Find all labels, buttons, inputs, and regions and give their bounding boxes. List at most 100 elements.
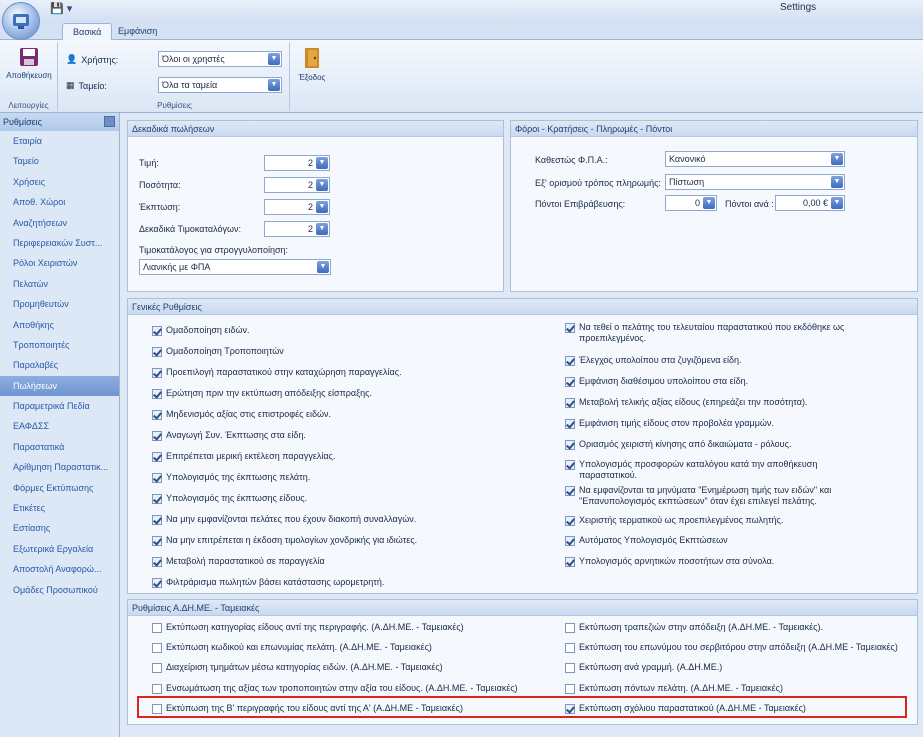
price-decimals-spinner[interactable]: 2 ▼ — [264, 155, 330, 171]
terminal-operator-seller-checkbox[interactable]: Χειριστής τερματικού ως προεπιλεγμένος π… — [565, 515, 845, 526]
register-icon: ▦ — [66, 80, 75, 90]
save-label: Αποθήκευση — [6, 71, 52, 80]
quick-save-icon[interactable]: 💾 ▾ — [50, 2, 72, 15]
nav-item-company[interactable]: Εταιρία — [0, 131, 119, 151]
change-final-value-checkbox[interactable]: Μεταβολή τελικής αξίας είδους (επηρεάζει… — [565, 397, 845, 408]
nav-item-register[interactable]: Ταμείο — [0, 151, 119, 171]
functions-group-label: Λειτουργίες — [8, 101, 49, 110]
nav-item-searches[interactable]: Αναζητήσεων — [0, 213, 119, 233]
last-customer-default-checkbox[interactable]: Να τεθεί ο πελάτης του τελευταίου παραστ… — [565, 322, 845, 344]
partial-order-checkbox[interactable]: Επιτρέπεται μερική εκτέλεση παραγγελίας. — [152, 451, 552, 462]
include-modifiers-value-checkbox[interactable]: Ενσωμάτωση της αξίας των τροποποιητών στ… — [152, 683, 562, 694]
nav-item-receipts[interactable]: Παραλαβές — [0, 355, 119, 375]
nav-item-numbering[interactable]: Αρίθμηση Παραστατικ... — [0, 457, 119, 477]
catalog-offers-checkbox[interactable]: Υπολογισμός προσφορών καταλόγου κατά την… — [565, 459, 845, 481]
nav-item-documents[interactable]: Παραστατικά — [0, 437, 119, 457]
print-waiter-name-checkbox[interactable]: Εκτύπωση του επωνύμου του σερβιτόρου στη… — [565, 642, 910, 653]
group-modifiers-checkbox[interactable]: Ομαδοποίηση Τροποποιητών — [152, 346, 552, 357]
decimals-panel: Δεκαδικά πωλήσεων Τιμή: 2 ▼ Ποσότητα: 2 ▼ … — [127, 120, 504, 292]
print-per-line-checkbox[interactable]: Εκτύπωση ανά γραμμή. (Α.ΔΗ.ΜΕ.) — [565, 662, 910, 673]
weighed-stock-check-checkbox[interactable]: Έλεγχος υπολοίπου στα ζυγιζόμενα είδη. — [565, 355, 845, 366]
taxes-panel: Φόροι - Κρατήσεις - Πληρωμές - Πόντοι Κα… — [510, 120, 918, 292]
nav-item-staff-groups[interactable]: Ομάδες Προσωπικού — [0, 580, 119, 600]
default-doc-order-checkbox[interactable]: Προεπιλογή παραστατικού στην καταχώρηση … — [152, 367, 552, 378]
manage-departments-checkbox[interactable]: Διαχείριση τμημάτων μέσω κατηγορίας ειδώ… — [152, 662, 562, 673]
filter-sellers-timer-checkbox[interactable]: Φιλτράρισμα πωλητών βάσει κατάστασης ωρο… — [152, 577, 552, 588]
nav-item-suppliers[interactable]: Προμηθευτών — [0, 294, 119, 314]
taxes-panel-title: Φόροι - Κρατήσεις - Πληρωμές - Πόντοι — [511, 121, 917, 137]
exit-group: Έξοδος — [292, 42, 332, 111]
collapse-icon[interactable] — [104, 116, 115, 127]
exit-door-icon — [305, 48, 319, 68]
print-customer-points-checkbox[interactable]: Εκτύπωση πόντων πελάτη. (Α.ΔΗ.ΜΕ. - Ταμε… — [565, 683, 910, 694]
qty-decimals-spinner[interactable]: 2 ▼ — [264, 177, 330, 193]
customer-discount-checkbox[interactable]: Υπολογισμός της έκπτωσης πελάτη. — [152, 472, 552, 483]
nav-item-print-forms[interactable]: Φόρμες Εκτύπωσης — [0, 478, 119, 498]
chevron-down-icon: ▼ — [268, 53, 280, 65]
pricelist-decimals-spinner[interactable]: 2 ▼ — [264, 221, 330, 237]
price-label: Τιμή: — [139, 158, 159, 168]
points-per-spinner[interactable]: 0,00 € ▼ — [775, 195, 845, 211]
zero-value-returns-checkbox[interactable]: Μηδενισμός αξίας στις επιστροφές ειδών. — [152, 409, 552, 420]
print-tables-checkbox[interactable]: Εκτύπωση τραπεζιών στην απόδειξη (Α.ΔΗ.Μ… — [565, 622, 910, 633]
app-menu-button[interactable] — [2, 2, 40, 40]
pricelist-decimals-label: Δεκαδικά Τιμοκαταλόγων: — [139, 224, 242, 234]
confirm-receipt-print-checkbox[interactable]: Ερώτηση πριν την εκτύπωση απόδειξης είσπ… — [152, 388, 552, 399]
register-combo[interactable]: Όλα τα ταμεία ▼ — [158, 77, 282, 93]
settings-group-label: Ρυθμίσεις — [157, 101, 192, 110]
nav-item-peripherals[interactable]: Περιφερειακών Συστ... — [0, 233, 119, 253]
auto-discounts-checkbox[interactable]: Αυτόματος Υπολογισμός Εκπτώσεων — [565, 535, 845, 546]
exit-label: Έξοδος — [298, 73, 326, 82]
points-per-label: Πόντοι ανά : — [725, 199, 774, 209]
nav-item-report-sending[interactable]: Αποστολή Αναφορώ... — [0, 559, 119, 579]
rounding-pricelist-combo[interactable]: Λιανικής με ΦΠΑ ▼ — [139, 259, 331, 275]
window-title: Settings — [780, 2, 817, 13]
tab-basic[interactable]: Βασικά — [62, 23, 113, 40]
reward-points-spinner[interactable]: 0 ▼ — [665, 195, 717, 211]
no-wholesale-individuals-checkbox[interactable]: Να μην επιτρέπεται η έκδοση τιμολογίων χ… — [152, 535, 552, 546]
show-price-projector-checkbox[interactable]: Εμφάνιση τιμής είδους στον προβολέα γραμ… — [565, 418, 845, 429]
decimals-panel-title: Δεκαδικά πωλήσεων — [128, 121, 503, 137]
chevron-down-icon: ▼ — [317, 261, 329, 273]
print-customer-code-checkbox[interactable]: Εκτύπωση κωδικού και επωνυμίας πελάτη. (… — [152, 642, 562, 653]
negative-quantities-checkbox[interactable]: Υπολογισμός αρνητικών ποσοτήτων στα σύνο… — [565, 556, 845, 567]
spin-icon: ▼ — [316, 223, 328, 235]
save-button[interactable]: Αποθήκευση — [4, 46, 54, 80]
print-item-category-checkbox[interactable]: Εκτύπωση κατηγορίας είδους αντί της περι… — [152, 622, 562, 633]
nav-item-external-tools[interactable]: Εξωτερικά Εργαλεία — [0, 539, 119, 559]
exit-button[interactable]: Έξοδος — [292, 46, 332, 82]
ribbon: Αποθήκευση Λειτουργίες 👤 Χρήστης: Όλοι ο… — [0, 40, 923, 113]
hide-blocked-customers-checkbox[interactable]: Να μην εμφανίζονται πελάτες που έχουν δι… — [152, 514, 552, 525]
nav-item-sales[interactable]: Πωλήσεων — [0, 375, 119, 397]
chevron-down-icon: ▼ — [268, 79, 280, 91]
vat-combo[interactable]: Κανονικό ▼ — [665, 151, 845, 167]
nav-item-modifiers[interactable]: Τροποποιητές — [0, 335, 119, 355]
payment-combo[interactable]: Πίστωση ▼ — [665, 174, 845, 190]
discount-decimals-spinner[interactable]: 2 ▼ — [264, 199, 330, 215]
group-items-checkbox[interactable]: Ομαδοποίηση ειδών. — [152, 325, 552, 336]
ribbon-tabs: Βασικά Εμφάνιση — [0, 20, 923, 40]
item-discount-checkbox[interactable]: Υπολογισμός της έκπτωσης είδους. — [152, 493, 552, 504]
nav-item-restaurant[interactable]: Εστίασης — [0, 518, 119, 538]
show-price-update-messages-checkbox[interactable]: Να εμφανίζονται τα μηνύματα "Ενημέρωση τ… — [565, 485, 845, 507]
nav-item-warehouses[interactable]: Αποθ. Χώροι — [0, 192, 119, 212]
doc-to-order-checkbox[interactable]: Μεταβολή παραστατικού σε παραγγελία — [152, 556, 552, 567]
nav-item-labels[interactable]: Ετικέτες — [0, 498, 119, 518]
nav-item-customers[interactable]: Πελατών — [0, 274, 119, 294]
nav-item-operator-roles[interactable]: Ρόλοι Χειριστών — [0, 253, 119, 273]
highlight-annotation — [137, 696, 907, 718]
apply-total-discount-checkbox[interactable]: Αναγωγή Συν. Έκπτωσης στα είδη. — [152, 430, 552, 441]
register-label: ▦ Ταμείο: — [66, 80, 107, 91]
discount-label: Έκπτωση: — [139, 202, 181, 212]
nav-item-custom-fields[interactable]: Παραμετρικά Πεδία — [0, 396, 119, 416]
nav-item-fiscal-years[interactable]: Χρήσεις — [0, 172, 119, 192]
spin-icon: ▼ — [316, 157, 328, 169]
nav-item-eafdss[interactable]: ΕΑΦΔΣΣ — [0, 416, 119, 436]
show-available-stock-checkbox[interactable]: Εμφάνιση διαθέσιμου υπολοίπου στα είδη. — [565, 376, 845, 387]
user-combo[interactable]: Όλοι οι χρηστές ▼ — [158, 51, 282, 67]
tab-appearance[interactable]: Εμφάνιση — [108, 23, 167, 40]
reward-points-label: Πόντοι Επιβράβευσης: — [535, 199, 626, 209]
rounding-pricelist-label: Τιμοκατάλογος για στρογγυλοποίηση: — [139, 245, 289, 255]
operator-by-roles-checkbox[interactable]: Οριασμός χειριστή κίνησης από δικαιώματα… — [565, 439, 845, 450]
nav-item-warehouse[interactable]: Αποθήκης — [0, 315, 119, 335]
